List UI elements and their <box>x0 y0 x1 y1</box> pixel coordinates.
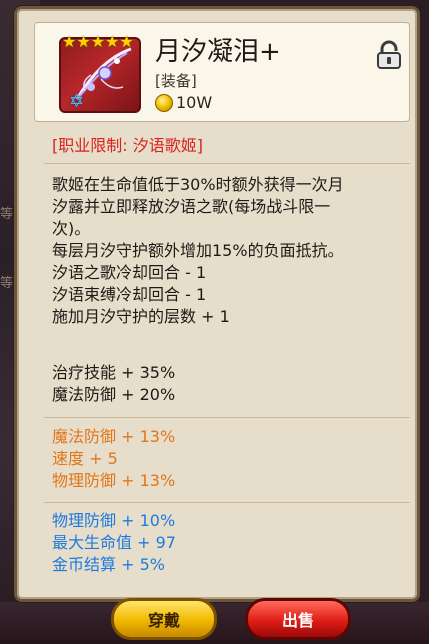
stat-line: 物理防御 + 10% <box>52 511 176 530</box>
hexagram-icon: ✡ <box>69 91 85 112</box>
item-name: 月汐凝泪+ <box>155 37 281 67</box>
divider <box>44 163 410 164</box>
padlock-icon[interactable] <box>376 40 402 70</box>
equip-button[interactable]: 穿戴 <box>111 598 217 640</box>
item-description: 歌姬在生命值低于30%时额外获得一次月 汐露并立即释放汐语之歌(每场战斗限一 次… <box>52 174 412 328</box>
stat-line: 速度 + 5 <box>52 449 118 468</box>
bonus-stats-blue: 物理防御 + 10% 最大生命值 + 97 金币结算 + 5% <box>52 510 176 576</box>
class-restriction: [职业限制: 汐语歌姬] <box>52 136 203 155</box>
description-line: 歌姬在生命值低于30%时额外获得一次月 <box>52 175 344 194</box>
stat-line: 最大生命值 + 97 <box>52 533 176 552</box>
base-stats: 治疗技能 + 35% 魔法防御 + 20% <box>52 362 175 406</box>
description-line: 汐露并立即释放汐语之歌(每场战斗限一 <box>52 197 331 216</box>
star-icon: ★ <box>119 32 134 51</box>
description-line: 汐语之歌冷却回合 - 1 <box>52 263 207 282</box>
rarity-stars: ★ ★ ★ ★ ★ <box>62 34 134 50</box>
item-price: 10W <box>176 93 213 112</box>
stat-line: 物理防御 + 13% <box>52 471 176 490</box>
stat-line: 魔法防御 + 20% <box>52 385 176 404</box>
background-text: 等 <box>0 276 14 291</box>
star-icon: ★ <box>90 32 106 51</box>
sell-button[interactable]: 出售 <box>245 598 351 640</box>
star-icon: ★ <box>76 32 91 51</box>
description-line: 施加月汐守护的层数 + 1 <box>52 307 230 326</box>
divider <box>44 417 410 418</box>
stat-line: 魔法防御 + 13% <box>52 427 176 446</box>
description-line: 次)。 <box>52 219 91 238</box>
description-line: 汐语束缚冷却回合 - 1 <box>52 285 207 304</box>
gold-coin-icon <box>155 94 173 112</box>
divider <box>44 502 410 503</box>
stat-line: 治疗技能 + 35% <box>52 363 176 382</box>
description-line: 每层月汐守护额外增加15%的负面抵抗。 <box>52 241 344 260</box>
star-icon: ★ <box>105 32 120 51</box>
item-type: [装备] <box>155 72 197 90</box>
stat-line: 金币结算 + 5% <box>52 555 165 574</box>
background-text: 等 <box>0 207 14 222</box>
bonus-stats-orange: 魔法防御 + 13% 速度 + 5 物理防御 + 13% <box>52 426 175 492</box>
star-icon: ★ <box>62 32 77 51</box>
